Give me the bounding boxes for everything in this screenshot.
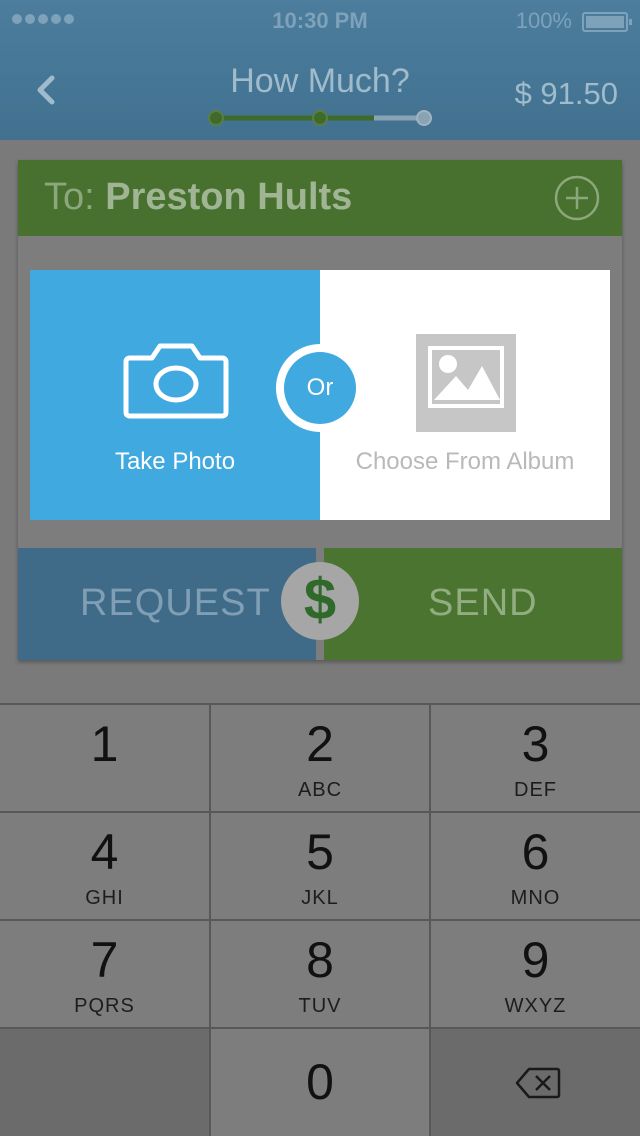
request-label: REQUEST [80, 582, 271, 624]
key-8[interactable]: 8 TUV [211, 921, 429, 1027]
choose-album-button[interactable]: Choose From Album [320, 270, 610, 520]
recipient-bar[interactable]: To: Preston Hults [18, 160, 622, 236]
key-delete[interactable] [431, 1029, 640, 1136]
battery-icon [582, 12, 632, 32]
key-letters: TUV [298, 995, 342, 1017]
key-digit: 0 [306, 1054, 334, 1110]
key-4[interactable]: 4 GHI [0, 813, 209, 919]
key-7[interactable]: 7 PQRS [0, 921, 209, 1027]
recipient-prefix: To: [44, 176, 106, 218]
key-5[interactable]: 5 JKL [211, 813, 429, 919]
amount-display: $ 91.50 [514, 76, 618, 111]
key-digit: 3 [521, 716, 550, 772]
key-blank [0, 1029, 209, 1136]
step-progress-indicator [208, 110, 432, 126]
key-6[interactable]: 6 MNO [431, 813, 640, 919]
numeric-keypad: 1 2 ABC 3 DEF 4 GHI 5 JKL 6 MNO 7 PQRS 8… [0, 703, 640, 1136]
key-digit: 9 [521, 932, 550, 988]
image-icon [416, 334, 516, 432]
key-digit: 5 [306, 824, 334, 880]
key-letters: GHI [85, 887, 124, 909]
top-bar: 10:30 PM 100% How Much? $ 91.50 [0, 0, 640, 140]
photo-picker-modal: Take Photo Choose From Album Or [30, 270, 610, 520]
dollar-icon: $ [281, 562, 359, 640]
key-digit: 7 [90, 932, 119, 988]
take-photo-label: Take Photo [114, 448, 236, 475]
key-letters: DEF [514, 779, 557, 801]
key-digit: 2 [306, 716, 334, 772]
request-button[interactable]: REQUEST [18, 548, 316, 660]
key-digit: 4 [90, 824, 119, 880]
key-letters: MNO [510, 887, 561, 909]
key-letters: PQRS [74, 995, 135, 1017]
key-digit: 6 [521, 824, 550, 880]
action-bar: REQUEST SEND $ [18, 548, 622, 660]
battery-percent: 100% [515, 8, 572, 33]
status-bar: 10:30 PM 100% [0, 0, 640, 40]
send-label: SEND [428, 582, 538, 624]
choose-album-label: Choose From Album [355, 448, 575, 475]
camera-icon [123, 343, 229, 419]
key-letters: JKL [301, 887, 339, 909]
recipient-label: To: Preston Hults [44, 176, 352, 219]
backspace-icon [515, 1067, 561, 1099]
dollar-sign: $ [303, 567, 337, 632]
key-digit: 1 [90, 716, 119, 772]
key-9[interactable]: 9 WXYZ [431, 921, 640, 1027]
key-digit: 8 [306, 932, 334, 988]
key-3[interactable]: 3 DEF [431, 705, 640, 811]
add-recipient-icon[interactable] [554, 175, 600, 221]
key-letters: WXYZ [504, 995, 567, 1017]
key-0[interactable]: 0 [211, 1029, 429, 1136]
or-divider-badge: Or [276, 344, 364, 432]
key-1[interactable]: 1 [0, 705, 209, 811]
send-button[interactable]: SEND [324, 548, 622, 660]
key-2[interactable]: 2 ABC [211, 705, 429, 811]
recipient-name: Preston Hults [105, 176, 353, 218]
or-label: Or [284, 352, 356, 424]
key-letters: ABC [297, 779, 343, 801]
